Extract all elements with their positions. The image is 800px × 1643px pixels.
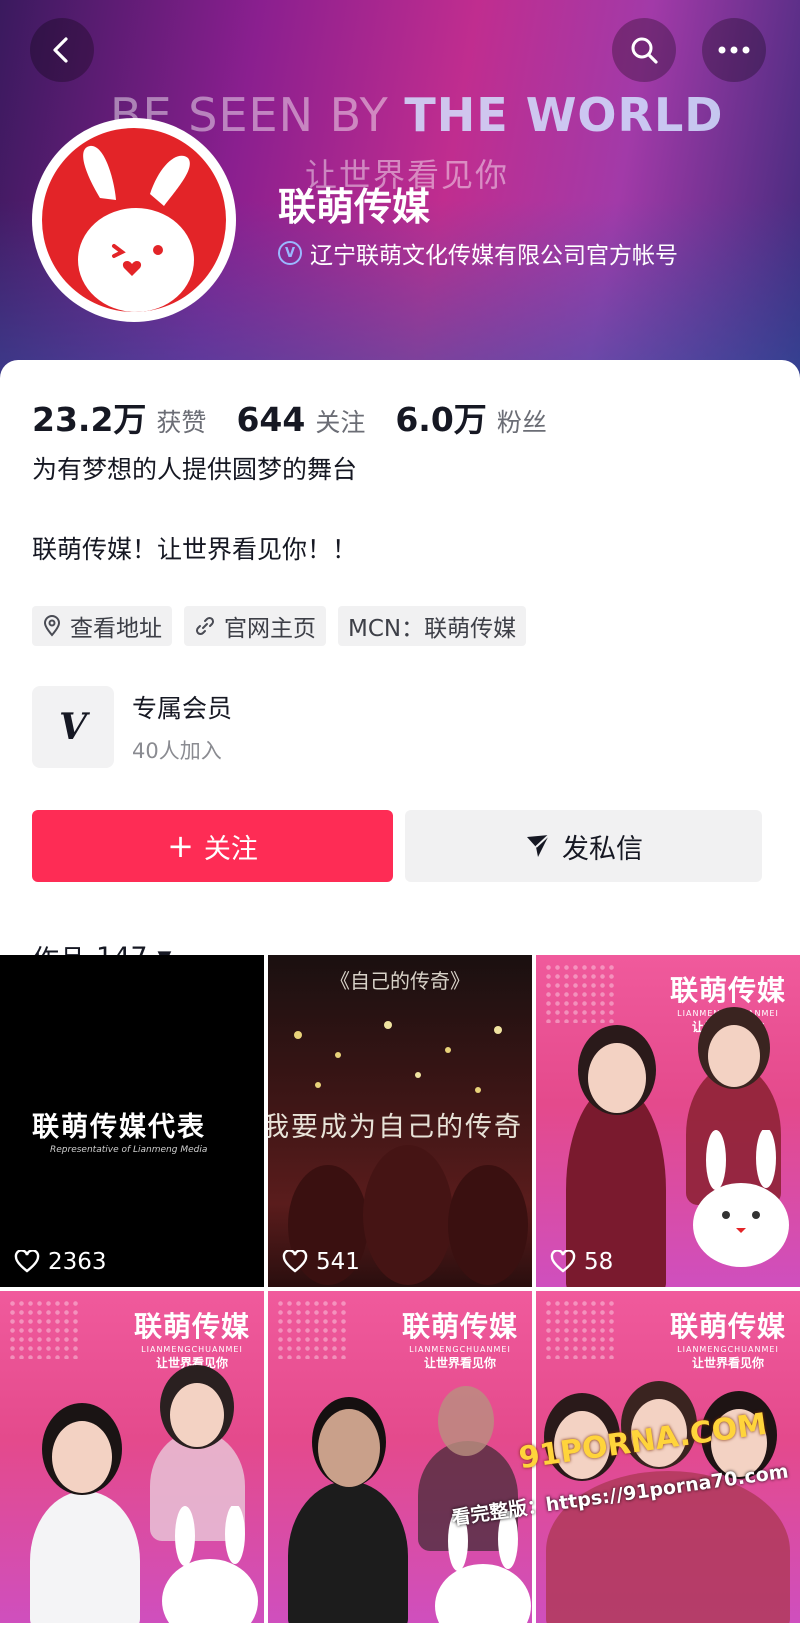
video-tile[interactable]: 联萌传媒 LIANMENGCHUANMEI 让世界看见你	[268, 1291, 532, 1623]
like-count: 58	[550, 1249, 613, 1275]
video-tile[interactable]: 联萌传媒代表 Representative of Lianmeng Media …	[0, 955, 264, 1287]
model-head	[170, 1383, 224, 1447]
cover-brand: 联萌传媒 LIANMENGCHUANMEI 让世界看见你	[670, 1305, 786, 1371]
bunny-mascot-icon	[162, 1506, 258, 1623]
location-pin-icon	[42, 615, 62, 637]
tag-label: MCN：联萌传媒	[348, 616, 517, 642]
plus-icon: +	[167, 827, 194, 865]
verified-badge-icon: V	[278, 241, 302, 265]
back-chevron-icon	[53, 37, 68, 63]
membership-entry[interactable]: V 专属会员 40人加入	[32, 686, 232, 768]
like-value: 2363	[48, 1249, 107, 1275]
brand-title: 联萌传媒	[401, 1310, 518, 1343]
brand-pinyin: LIANMENGCHUANMEI	[141, 1345, 243, 1354]
tag-mcn[interactable]: MCN：联萌传媒	[338, 606, 527, 646]
dot-pattern	[544, 1299, 614, 1359]
verification-row: V 辽宁联萌文化传媒有限公司官方帐号	[278, 236, 678, 270]
heart-icon	[282, 1250, 308, 1273]
more-dots-icon	[718, 46, 750, 54]
stat-label: 粉丝	[496, 408, 547, 437]
model-figure	[288, 1481, 408, 1623]
verified-text: 辽宁联萌文化传媒有限公司官方帐号	[310, 243, 678, 269]
model-head	[708, 1025, 760, 1087]
dot-pattern	[8, 1299, 78, 1359]
tag-address[interactable]: 查看地址	[32, 606, 172, 646]
cover-subtitle: Representative of Lianmeng Media	[50, 1145, 208, 1155]
cover-brand: 联萌传媒 LIANMENGCHUANMEI 让世界看见你	[402, 1305, 518, 1371]
banner-headline: BE SEEN BY THE WORLD	[110, 88, 723, 142]
profile-tags: 查看地址 官网主页 MCN：联萌传媒	[32, 606, 527, 646]
stat-followers[interactable]: 6.0万 粉丝	[395, 393, 546, 441]
brand-title: 联萌传媒	[133, 1310, 250, 1343]
like-value: 58	[584, 1249, 614, 1275]
brand-slogan: 让世界看见你	[423, 1356, 496, 1370]
link-icon	[194, 615, 216, 637]
bunny-mascot-icon	[435, 1511, 531, 1623]
avatar[interactable]	[32, 118, 236, 322]
search-icon	[631, 37, 658, 64]
like-value: 541	[316, 1249, 360, 1275]
more-button[interactable]	[702, 18, 766, 82]
membership-title: 专属会员	[132, 694, 233, 723]
follow-label: 关注	[203, 833, 258, 865]
tag-label: 官网主页	[224, 616, 316, 642]
model-head	[438, 1386, 494, 1456]
cover-title: 联萌传媒代表	[32, 1112, 206, 1143]
dot-pattern	[544, 963, 614, 1023]
bunny-mascot-icon	[693, 1130, 789, 1267]
video-tile[interactable]: 联萌传媒 LIANMENGCHUANMEI 让世界看见你 58	[536, 955, 800, 1287]
video-tile[interactable]: 《自己的传奇》 我要成为自己的传奇 541	[268, 955, 532, 1287]
brand-slogan: 让世界看见你	[155, 1356, 228, 1370]
dot-pattern	[276, 1299, 346, 1359]
heart-icon	[550, 1250, 576, 1273]
membership-subtitle: 40人加入	[132, 739, 222, 763]
tag-website[interactable]: 官网主页	[184, 606, 326, 646]
cover-caption: 我要成为自己的传奇	[268, 1112, 523, 1143]
action-buttons: + 关注 发私信	[32, 810, 762, 882]
brand-title: 联萌传媒	[669, 1310, 786, 1343]
search-button[interactable]	[612, 18, 676, 82]
follow-button[interactable]: + 关注	[32, 810, 393, 882]
stat-value: 644	[236, 400, 306, 439]
profile-stats: 23.2万 获赞 644 关注 6.0万 粉丝	[32, 393, 577, 441]
bunny-logo-icon	[42, 128, 226, 312]
stat-label: 关注	[315, 408, 366, 437]
back-button[interactable]	[30, 18, 94, 82]
model-head	[52, 1421, 112, 1493]
profile-name: 联萌传媒	[278, 185, 431, 229]
brand-title: 联萌传媒	[669, 974, 786, 1007]
brand-pinyin: LIANMENGCHUANMEI	[677, 1345, 779, 1354]
like-count: 2363	[14, 1249, 107, 1275]
like-count: 541	[282, 1249, 360, 1275]
stat-label: 获赞	[156, 408, 207, 437]
brand-slogan: 让世界看见你	[691, 1356, 764, 1370]
membership-text: 专属会员 40人加入	[132, 689, 232, 765]
cover-brand: 联萌传媒 LIANMENGCHUANMEI 让世界看见你	[134, 1305, 250, 1371]
bio-line-2: 联萌传媒！让世界看见你！！	[32, 535, 358, 564]
message-label: 发私信	[562, 833, 643, 865]
bio-line-1: 为有梦想的人提供圆梦的舞台	[32, 455, 358, 484]
message-button[interactable]: 发私信	[405, 810, 762, 882]
cover-title: 《自己的传奇》	[330, 969, 470, 993]
banner-headline-bold: THE WORLD	[404, 88, 724, 142]
model-head	[318, 1409, 380, 1487]
membership-v-icon: V	[32, 686, 114, 768]
works-grid: 联萌传媒代表 Representative of Lianmeng Media …	[0, 955, 800, 1623]
stat-value: 23.2万	[32, 400, 147, 439]
tag-label: 查看地址	[70, 616, 162, 642]
heart-icon	[14, 1250, 40, 1273]
stat-likes[interactable]: 23.2万 获赞	[32, 393, 206, 441]
send-arrow-icon	[527, 834, 550, 857]
video-tile[interactable]: 联萌传媒 LIANMENGCHUANMEI 让世界看见你	[0, 1291, 264, 1623]
stat-value: 6.0万	[395, 400, 487, 439]
model-figure	[30, 1491, 140, 1623]
brand-pinyin: LIANMENGCHUANMEI	[409, 1345, 511, 1354]
model-head	[588, 1043, 646, 1113]
brand-pinyin: LIANMENGCHUANMEI	[677, 1009, 779, 1018]
stat-following[interactable]: 644 关注	[236, 400, 365, 439]
